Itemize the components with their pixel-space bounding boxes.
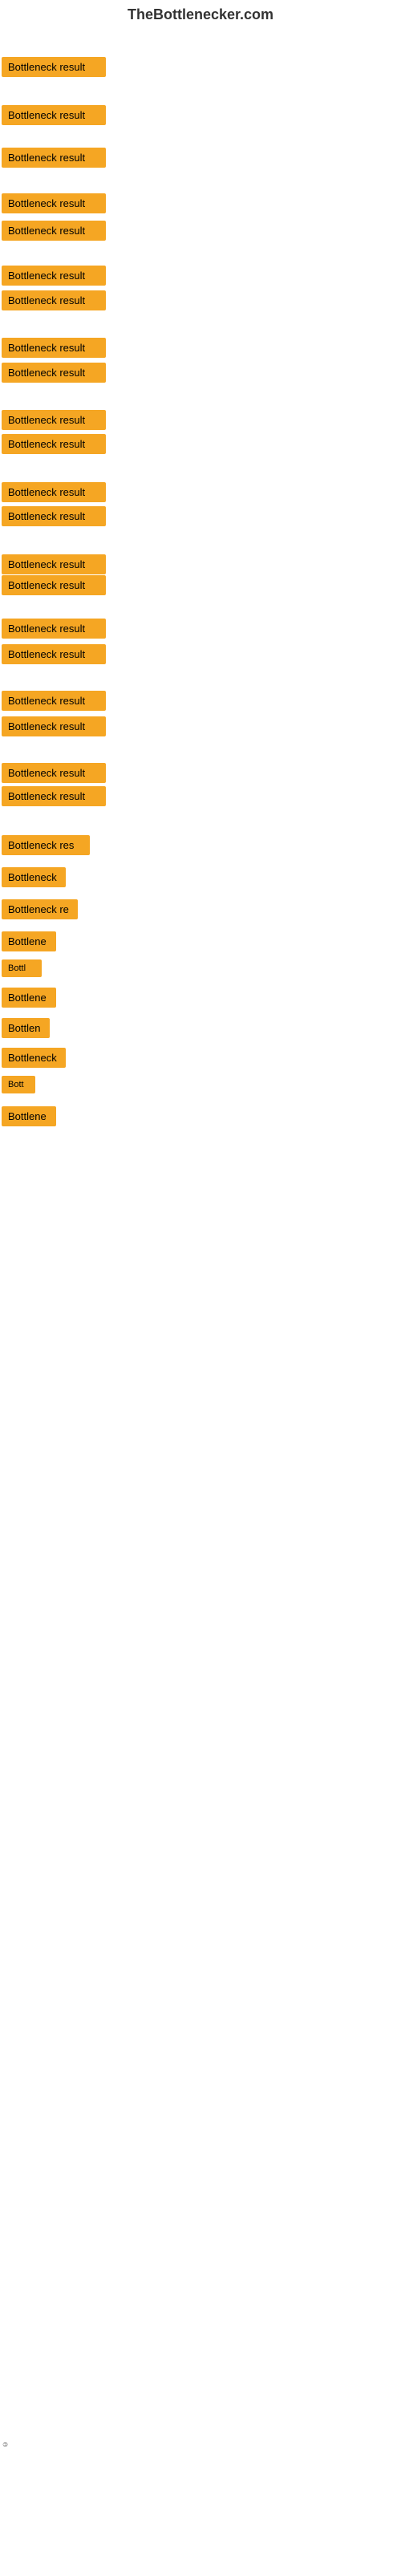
bottleneck-badge: Bottleneck result [2, 786, 106, 806]
site-title: TheBottlenecker.com [0, 0, 401, 33]
bottleneck-item: Bottleneck result [2, 716, 106, 740]
bottleneck-badge: Bottleneck result [2, 644, 106, 664]
bottleneck-item: Bottleneck result [2, 338, 106, 362]
bottleneck-badge: Bottleneck result [2, 482, 106, 502]
bottleneck-item: Bottleneck result [2, 575, 106, 599]
bottleneck-item: Bottleneck result [2, 644, 106, 668]
bottleneck-badge: Bottleneck result [2, 290, 106, 310]
bottleneck-item: Bottleneck result [2, 410, 106, 434]
bottleneck-item: Bottleneck [2, 1048, 66, 1072]
bottleneck-item: Bottleneck result [2, 619, 106, 643]
bottleneck-badge: Bottleneck result [2, 506, 106, 526]
bottleneck-item: Bottleneck result [2, 193, 106, 217]
bottleneck-item: Bottleneck result [2, 57, 106, 81]
bottleneck-item: Bottleneck result [2, 506, 106, 530]
bottleneck-item: Bottleneck result [2, 290, 106, 314]
bottleneck-item: Bottlene [2, 988, 56, 1012]
bottleneck-badge: Bottleneck result [2, 763, 106, 783]
bottleneck-item: Bottleneck result [2, 266, 106, 290]
bottleneck-badge: Bottleneck re [2, 899, 78, 919]
bottleneck-badge: Bottleneck result [2, 619, 106, 639]
bottleneck-badge: Bottleneck result [2, 148, 106, 168]
bottleneck-badge: Bottleneck result [2, 266, 106, 286]
bottleneck-item: Bottleneck result [2, 105, 106, 129]
bottleneck-badge: Bottleneck res [2, 835, 90, 855]
bottleneck-badge: Bottleneck result [2, 221, 106, 241]
bottleneck-item: Bottleneck result [2, 763, 106, 787]
bottleneck-item: Bottleneck result [2, 434, 106, 458]
bottleneck-badge: Bottleneck [2, 867, 66, 887]
bottleneck-item: Bottl [2, 959, 42, 981]
bottleneck-badge: Bottleneck result [2, 363, 106, 383]
bottleneck-badge: Bottleneck result [2, 57, 106, 77]
bottleneck-item: Bottleneck result [2, 691, 106, 715]
bottleneck-item: Bottleneck result [2, 786, 106, 810]
bottleneck-badge: Bottleneck result [2, 434, 106, 454]
bottleneck-badge: Bottleneck result [2, 716, 106, 736]
bottleneck-item: Bottlen [2, 1018, 50, 1042]
bottleneck-badge: Bottleneck result [2, 410, 106, 430]
bottleneck-badge: Bottleneck result [2, 193, 106, 213]
bottleneck-item: Bottleneck result [2, 482, 106, 506]
copyright-label: © [2, 2440, 9, 2448]
bottleneck-item: Bottleneck [2, 867, 66, 891]
bottleneck-badge: Bottleneck [2, 1048, 66, 1068]
bottleneck-item: Bottleneck result [2, 148, 106, 172]
bottleneck-item: Bottleneck re [2, 899, 78, 923]
bottleneck-badge: Bottlen [2, 1018, 50, 1038]
bottleneck-badge: Bottlene [2, 1106, 56, 1126]
bottleneck-item: Bottleneck result [2, 363, 106, 387]
bottleneck-item: Bottleneck res [2, 835, 90, 859]
bottleneck-badge: Bottleneck result [2, 338, 106, 358]
bottleneck-item: Bottlene [2, 931, 56, 955]
bottleneck-item: Bott [2, 1076, 35, 1097]
bottleneck-badge: Bottl [2, 959, 42, 977]
bottleneck-badge: Bottleneck result [2, 105, 106, 125]
bottleneck-badge: Bottleneck result [2, 575, 106, 595]
bottleneck-badge: Bottleneck result [2, 554, 106, 574]
bottleneck-item: Bottlene [2, 1106, 56, 1130]
bottleneck-badge: Bott [2, 1076, 35, 1093]
bottleneck-badge: Bottleneck result [2, 691, 106, 711]
bottleneck-badge: Bottlene [2, 931, 56, 951]
bottleneck-item: Bottleneck result [2, 221, 106, 245]
bottleneck-badge: Bottlene [2, 988, 56, 1008]
